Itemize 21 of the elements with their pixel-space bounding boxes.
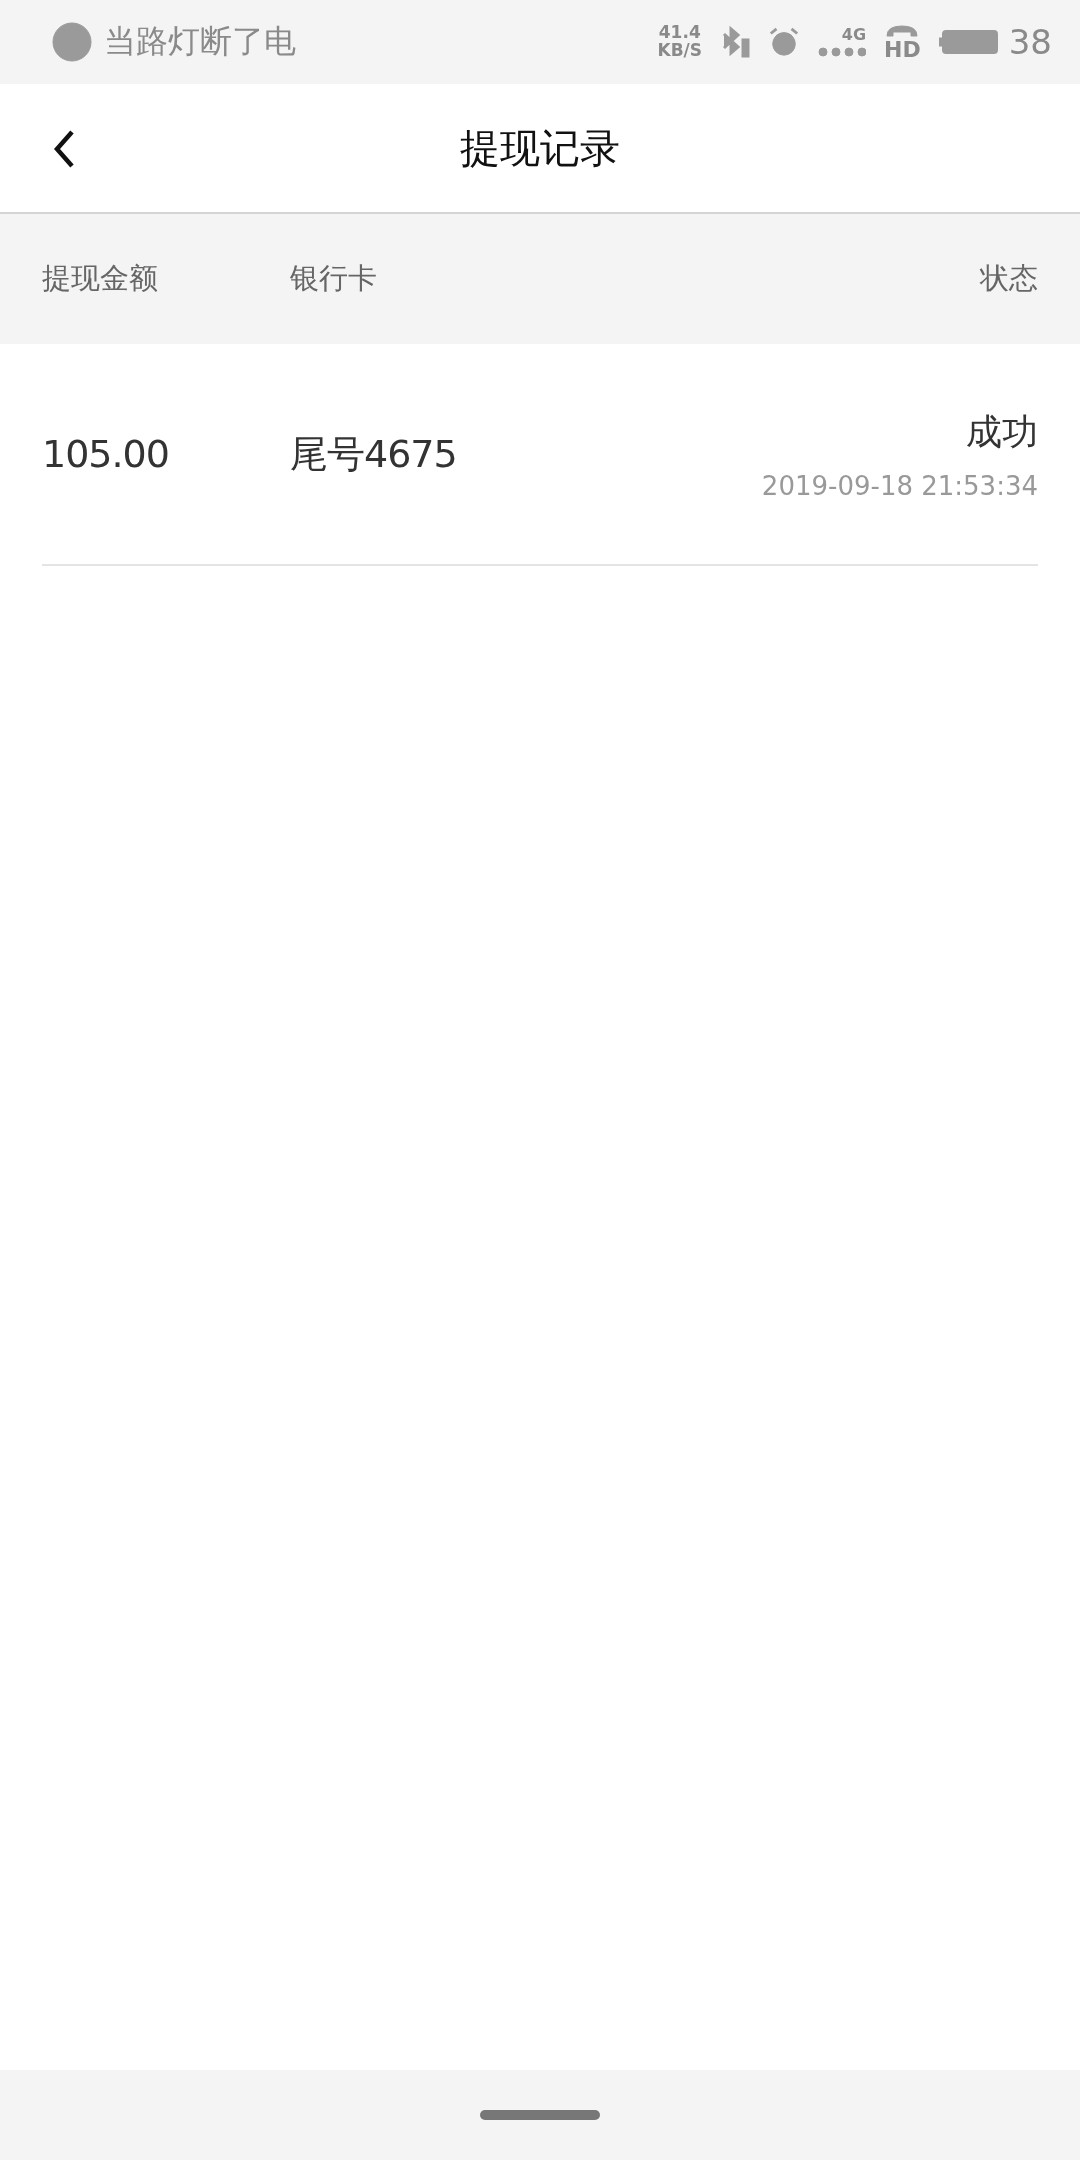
column-header: 银行卡 <box>290 260 378 297</box>
speed-value: 41.4 <box>658 24 701 42</box>
column-header: 状态 <box>980 260 1038 297</box>
status-cell-text: 成功 <box>966 409 1038 454</box>
amount-cell-text: 105.00 <box>42 432 170 476</box>
network-type: 4G <box>841 27 867 43</box>
song-title: 当路灯断了电 <box>104 21 296 62</box>
hd-label: HD <box>884 38 921 61</box>
battery-icon <box>938 29 999 55</box>
speed-unit: KB/S <box>657 42 703 60</box>
alarm-icon <box>768 26 801 58</box>
back-icon[interactable] <box>52 129 76 169</box>
card-cell-text: 尾号4675 <box>290 430 458 478</box>
page-title: 提现记录 <box>460 123 620 173</box>
signal-icon <box>818 47 867 57</box>
home-handle[interactable] <box>480 2110 600 2120</box>
column-header: 提现金额 <box>42 260 159 297</box>
bluetooth-icon <box>720 25 751 59</box>
battery-level: 38 <box>1008 22 1052 62</box>
time-cell: 2019-09-18 21:53:34 <box>761 470 1038 501</box>
phone-icon <box>885 23 920 38</box>
